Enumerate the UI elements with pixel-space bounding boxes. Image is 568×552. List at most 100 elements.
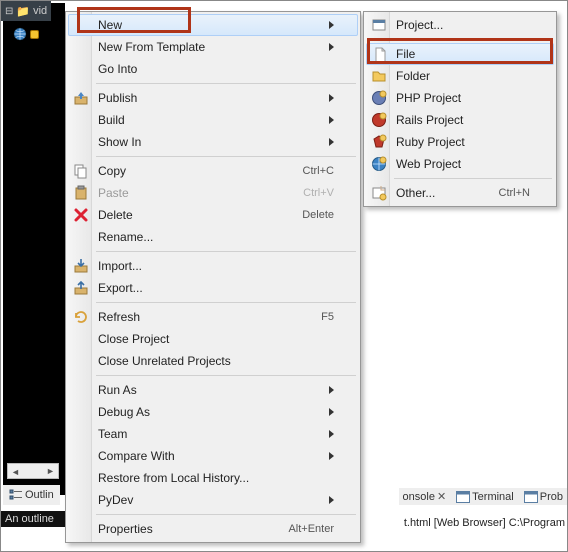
submenu-arrow-icon bbox=[329, 386, 334, 394]
ctx-item-debug-as[interactable]: Debug As bbox=[68, 401, 358, 423]
menu-item-label: Run As bbox=[98, 383, 319, 397]
export-icon bbox=[73, 280, 89, 296]
horizontal-scrollbar[interactable]: ◄ ► bbox=[7, 463, 59, 479]
console-tab-label: onsole bbox=[403, 491, 435, 503]
other-icon bbox=[371, 185, 387, 201]
project-icon bbox=[371, 17, 387, 33]
new-item-rails-project[interactable]: Rails Project bbox=[366, 109, 554, 131]
menu-item-label: Go Into bbox=[98, 62, 334, 76]
ctx-item-new[interactable]: New bbox=[68, 14, 358, 36]
terminal-tab-label: Terminal bbox=[472, 491, 514, 503]
scroll-right-icon[interactable]: ► bbox=[43, 464, 58, 478]
menu-item-label: Properties bbox=[98, 522, 270, 536]
menu-separator bbox=[96, 375, 356, 376]
menu-item-label: Rename... bbox=[98, 230, 334, 244]
close-icon[interactable]: ✕ bbox=[437, 490, 446, 503]
submenu-arrow-icon bbox=[329, 94, 334, 102]
menu-separator bbox=[394, 39, 552, 40]
menu-item-label: Other... bbox=[396, 186, 481, 200]
ctx-item-restore-from-local-history[interactable]: Restore from Local History... bbox=[68, 467, 358, 489]
menu-item-label: Close Project bbox=[98, 332, 334, 346]
ctx-item-publish[interactable]: Publish bbox=[68, 87, 358, 109]
menu-separator bbox=[96, 251, 356, 252]
ctx-item-pydev[interactable]: PyDev bbox=[68, 489, 358, 511]
menu-item-label: New From Template bbox=[98, 40, 319, 54]
bottom-tab-bar-right: onsole ✕ Terminal Prob bbox=[399, 488, 567, 505]
context-menu-main: New New From Template Go Into Publish Build S… bbox=[65, 11, 361, 543]
terminal-tab[interactable]: Terminal bbox=[454, 490, 516, 504]
ctx-item-run-as[interactable]: Run As bbox=[68, 379, 358, 401]
menu-item-label: PyDev bbox=[98, 493, 319, 507]
ctx-item-paste[interactable]: PasteCtrl+V bbox=[68, 182, 358, 204]
menu-item-label: Publish bbox=[98, 91, 319, 105]
menu-item-label: Ruby Project bbox=[396, 135, 530, 149]
new-item-ruby-project[interactable]: Ruby Project bbox=[366, 131, 554, 153]
submenu-arrow-icon bbox=[329, 21, 334, 29]
new-item-project[interactable]: Project... bbox=[366, 14, 554, 36]
submenu-arrow-icon bbox=[329, 138, 334, 146]
menu-separator bbox=[96, 302, 356, 303]
submenu-arrow-icon bbox=[329, 496, 334, 504]
globe-icon bbox=[13, 27, 27, 41]
ctx-item-rename[interactable]: Rename... bbox=[68, 226, 358, 248]
ctx-item-export[interactable]: Export... bbox=[68, 277, 358, 299]
new-item-web-project[interactable]: Web Project bbox=[366, 153, 554, 175]
ctx-item-build[interactable]: Build bbox=[68, 109, 358, 131]
ctx-item-go-into[interactable]: Go Into bbox=[68, 58, 358, 80]
console-tab[interactable]: onsole ✕ bbox=[401, 489, 449, 504]
ctx-item-refresh[interactable]: RefreshF5 bbox=[68, 306, 358, 328]
status-bar-text: t.html [Web Browser] C:\Program bbox=[404, 517, 565, 529]
menu-item-label: Refresh bbox=[98, 310, 303, 324]
menu-item-label: Copy bbox=[98, 164, 285, 178]
new-item-php-project[interactable]: PHP Project bbox=[366, 87, 554, 109]
project-row[interactable] bbox=[13, 27, 39, 41]
file-icon bbox=[372, 47, 388, 63]
menu-separator bbox=[394, 178, 552, 179]
submenu-arrow-icon bbox=[329, 43, 334, 51]
ctx-item-show-in[interactable]: Show In bbox=[68, 131, 358, 153]
ctx-item-new-from-template[interactable]: New From Template bbox=[68, 36, 358, 58]
outline-empty-text: An outline bbox=[1, 511, 65, 527]
folder-icon: 📁 bbox=[16, 5, 30, 18]
problems-tab[interactable]: Prob bbox=[522, 490, 565, 504]
new-item-folder[interactable]: Folder bbox=[366, 65, 554, 87]
delete-icon bbox=[73, 207, 89, 223]
project-explorer-bg bbox=[3, 3, 65, 495]
menu-separator bbox=[96, 83, 356, 84]
menu-item-label: Compare With bbox=[98, 449, 319, 463]
new-item-other[interactable]: Other...Ctrl+N bbox=[366, 182, 554, 204]
submenu-arrow-icon bbox=[329, 408, 334, 416]
php-icon bbox=[371, 90, 387, 106]
outline-tab[interactable]: Outlin bbox=[7, 487, 56, 503]
menu-item-label: Build bbox=[98, 113, 319, 127]
collapse-icon: ⊟ bbox=[5, 6, 13, 17]
menu-item-label: Folder bbox=[396, 69, 530, 83]
ctx-item-close-unrelated-projects[interactable]: Close Unrelated Projects bbox=[68, 350, 358, 372]
ctx-item-compare-with[interactable]: Compare With bbox=[68, 445, 358, 467]
refresh-icon bbox=[73, 309, 89, 325]
ctx-item-properties[interactable]: PropertiesAlt+Enter bbox=[68, 518, 358, 540]
ctx-item-close-project[interactable]: Close Project bbox=[68, 328, 358, 350]
project-badge-icon bbox=[30, 30, 39, 39]
ctx-item-team[interactable]: Team bbox=[68, 423, 358, 445]
menu-item-label: PHP Project bbox=[396, 91, 530, 105]
submenu-arrow-icon bbox=[329, 430, 334, 438]
menu-item-label: Project... bbox=[396, 18, 530, 32]
editor-tab[interactable]: ⊟ 📁 vid bbox=[1, 1, 51, 21]
menu-item-label: Rails Project bbox=[396, 113, 530, 127]
new-item-file[interactable]: File bbox=[366, 43, 554, 65]
copy-icon bbox=[73, 163, 89, 179]
menu-item-label: Export... bbox=[98, 281, 334, 295]
menu-item-label: Restore from Local History... bbox=[98, 471, 334, 485]
menu-item-label: Debug As bbox=[98, 405, 319, 419]
menu-item-label: File bbox=[396, 47, 530, 61]
ctx-item-delete[interactable]: DeleteDelete bbox=[68, 204, 358, 226]
ctx-item-import[interactable]: Import... bbox=[68, 255, 358, 277]
submenu-arrow-icon bbox=[329, 116, 334, 124]
scroll-left-icon[interactable]: ◄ bbox=[8, 465, 23, 479]
menu-item-label: Web Project bbox=[396, 157, 530, 171]
submenu-arrow-icon bbox=[329, 452, 334, 460]
menu-item-label: New bbox=[98, 18, 319, 32]
ctx-item-copy[interactable]: CopyCtrl+C bbox=[68, 160, 358, 182]
problems-icon bbox=[524, 491, 538, 503]
